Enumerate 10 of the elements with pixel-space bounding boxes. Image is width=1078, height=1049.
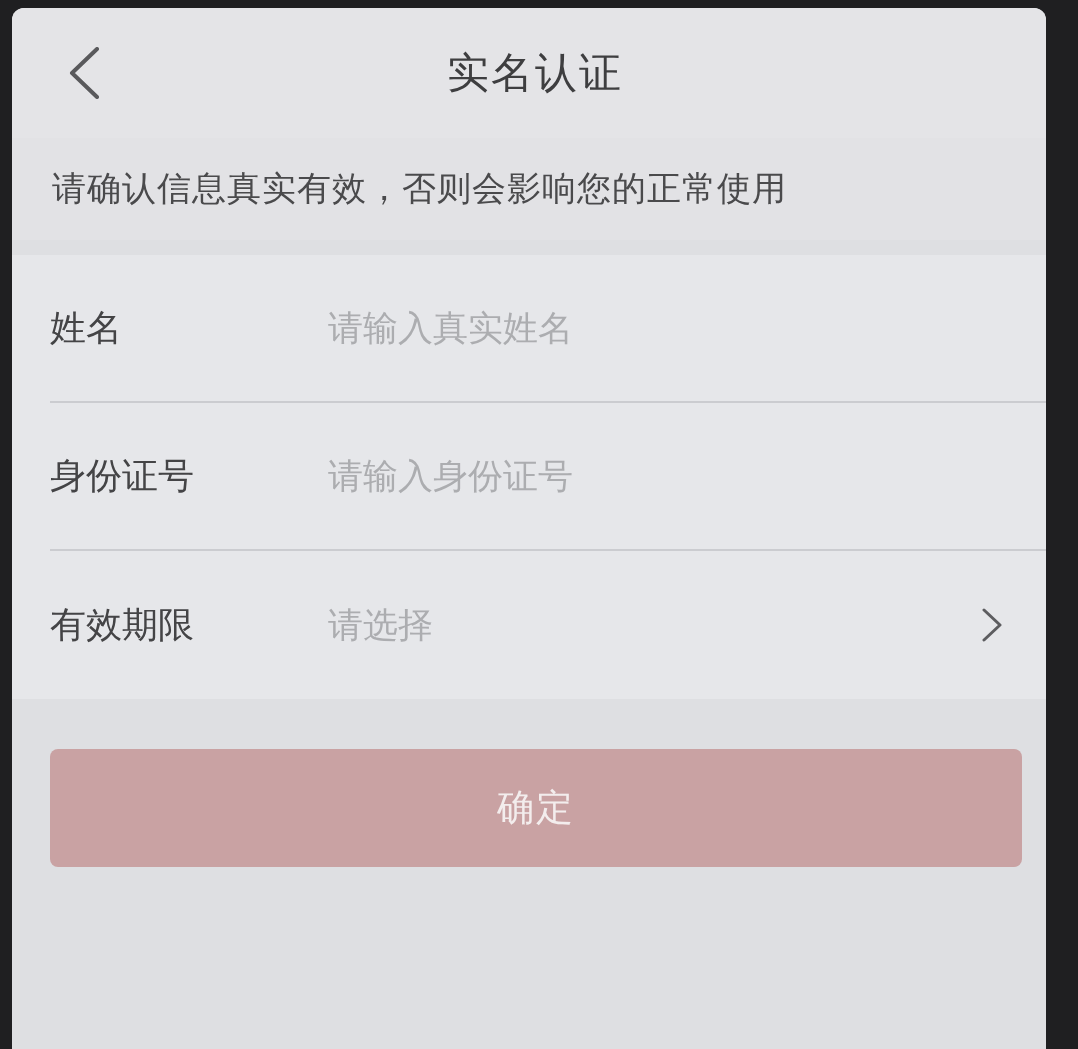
back-icon <box>68 47 100 99</box>
notice-text: 请确认信息真实有效，否则会影响您的正常使用 <box>12 138 1046 240</box>
chevron-right-icon <box>982 608 1002 642</box>
input-field[interactable]: 请输入真实姓名 <box>328 296 1002 360</box>
field-label: 身份证号 <box>50 453 195 498</box>
field-label: 姓名 <box>50 305 123 350</box>
select-field[interactable]: 请选择 <box>328 593 1002 657</box>
page-title: 实名认证 <box>447 47 623 99</box>
field-label: 有效期限 <box>50 602 195 647</box>
input-field[interactable]: 请输入身份证号 <box>328 444 1002 508</box>
